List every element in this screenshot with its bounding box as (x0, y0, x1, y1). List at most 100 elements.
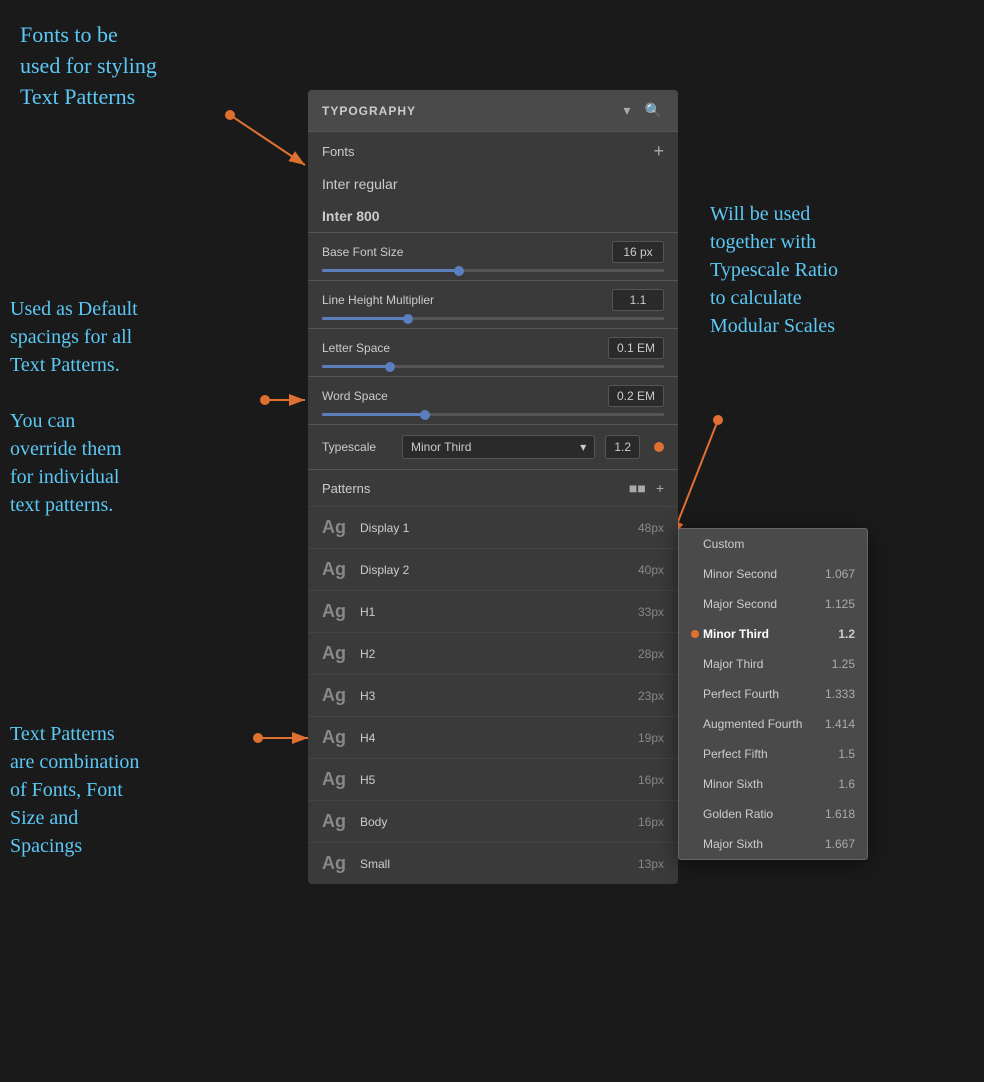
dropdown-item-major-third[interactable]: Major Third1.25 (679, 649, 867, 679)
dropdown-item-name-0: Custom (703, 537, 855, 551)
pattern-item-h3[interactable]: Ag H3 23px (308, 674, 678, 716)
add-pattern-button[interactable]: + (656, 480, 664, 496)
dropdown-item-name-8: Minor Sixth (703, 777, 838, 791)
typescale-label: Typescale (322, 440, 392, 454)
letter-space-slider-track[interactable] (322, 365, 664, 368)
dropdown-item-value-4: 1.25 (832, 657, 855, 671)
typescale-selected-name: Minor Third (411, 440, 576, 454)
pattern-name-8: Small (360, 857, 638, 871)
dropdown-item-value-10: 1.667 (825, 837, 855, 851)
pattern-ag-7: Ag (322, 811, 350, 832)
base-font-slider-thumb[interactable] (454, 266, 464, 276)
dropdown-item-minor-second[interactable]: Minor Second1.067 (679, 559, 867, 589)
dropdown-item-augmented-fourth[interactable]: Augmented Fourth1.414 (679, 709, 867, 739)
pattern-ag-8: Ag (322, 853, 350, 874)
dropdown-item-major-second[interactable]: Major Second1.125 (679, 589, 867, 619)
pattern-size-5: 19px (638, 731, 664, 745)
pattern-size-2: 33px (638, 605, 664, 619)
patterns-section-header: Patterns ■■ + (308, 469, 678, 506)
pattern-name-2: H1 (360, 605, 638, 619)
pattern-item-h2[interactable]: Ag H2 28px (308, 632, 678, 674)
line-height-label: Line Height Multiplier (322, 293, 434, 307)
annotation-top-left: Fonts to be used for styling Text Patter… (20, 20, 157, 112)
font-inter-regular[interactable]: Inter regular (308, 168, 678, 200)
letter-space-section: Letter Space 0.1 EM (308, 328, 678, 376)
fonts-section-title: Fonts (322, 144, 355, 159)
word-space-slider-track[interactable] (322, 413, 664, 416)
dropdown-item-name-9: Golden Ratio (703, 807, 825, 821)
dropdown-item-perfect-fourth[interactable]: Perfect Fourth1.333 (679, 679, 867, 709)
letter-space-value[interactable]: 0.1 EM (608, 337, 664, 359)
base-font-slider-fill (322, 269, 459, 272)
add-font-button[interactable]: + (653, 142, 664, 160)
word-space-slider-thumb[interactable] (420, 410, 430, 420)
dropdown-item-value-2: 1.125 (825, 597, 855, 611)
word-space-value[interactable]: 0.2 EM (608, 385, 664, 407)
line-height-slider-thumb[interactable] (403, 314, 413, 324)
pattern-name-0: Display 1 (360, 521, 638, 535)
dropdown-item-value-5: 1.333 (825, 687, 855, 701)
pattern-name-3: H2 (360, 647, 638, 661)
line-height-value[interactable]: 1.1 (612, 289, 664, 311)
dropdown-item-name-4: Major Third (703, 657, 832, 671)
typescale-select[interactable]: Minor Third ▾ (402, 435, 595, 459)
line-height-section: Line Height Multiplier 1.1 (308, 280, 678, 328)
letter-space-slider-fill (322, 365, 390, 368)
patterns-title: Patterns (322, 481, 370, 496)
base-font-value[interactable]: 16 px (612, 241, 664, 263)
pattern-item-h5[interactable]: Ag H5 16px (308, 758, 678, 800)
pattern-size-6: 16px (638, 773, 664, 787)
dropdown-item-custom[interactable]: Custom (679, 529, 867, 559)
line-height-row: Line Height Multiplier 1.1 (308, 281, 678, 315)
search-icon[interactable]: 🔍 (643, 100, 664, 121)
dropdown-item-value-1: 1.067 (825, 567, 855, 581)
line-height-slider-row (308, 315, 678, 328)
annotation-mid-left: Used as Default spacings for all Text Pa… (10, 295, 138, 519)
dropdown-item-value-9: 1.618 (825, 807, 855, 821)
line-height-slider-track[interactable] (322, 317, 664, 320)
base-font-section: Base Font Size 16 px (308, 232, 678, 280)
dropdown-item-value-3: 1.2 (838, 627, 855, 641)
grid-icon[interactable]: ■■ (629, 480, 646, 496)
word-space-row: Word Space 0.2 EM (308, 377, 678, 411)
pattern-item-body[interactable]: Ag Body 16px (308, 800, 678, 842)
pattern-size-7: 16px (638, 815, 664, 829)
dropdown-item-value-8: 1.6 (838, 777, 855, 791)
pattern-item-display 1[interactable]: Ag Display 1 48px (308, 506, 678, 548)
pattern-size-3: 28px (638, 647, 664, 661)
pattern-ag-2: Ag (322, 601, 350, 622)
font-inter-800[interactable]: Inter 800 (308, 200, 678, 232)
pattern-item-h4[interactable]: Ag H4 19px (308, 716, 678, 758)
word-space-slider-row (308, 411, 678, 424)
base-font-label: Base Font Size (322, 245, 403, 259)
base-font-row: Base Font Size 16 px (308, 233, 678, 267)
dropdown-item-perfect-fifth[interactable]: Perfect Fifth1.5 (679, 739, 867, 769)
dropdown-item-name-7: Perfect Fifth (703, 747, 838, 761)
dropdown-item-major-sixth[interactable]: Major Sixth1.667 (679, 829, 867, 859)
word-space-label: Word Space (322, 389, 388, 403)
chevron-down-icon[interactable]: ▾ (622, 100, 633, 121)
line-height-slider-fill (322, 317, 408, 320)
dropdown-item-minor-sixth[interactable]: Minor Sixth1.6 (679, 769, 867, 799)
annotation-bottom-left: Text Patterns are combination of Fonts, … (10, 720, 139, 860)
pattern-item-small[interactable]: Ag Small 13px (308, 842, 678, 884)
typography-panel: TYPOGRAPHY ▾ 🔍 Fonts + Inter regular Int… (308, 90, 678, 884)
pattern-ag-4: Ag (322, 685, 350, 706)
base-font-slider-track[interactable] (322, 269, 664, 272)
pattern-item-display 2[interactable]: Ag Display 2 40px (308, 548, 678, 590)
typescale-selected-value: 1.2 (605, 435, 640, 459)
fonts-section: Fonts + Inter regular Inter 800 (308, 131, 678, 232)
pattern-item-h1[interactable]: Ag H1 33px (308, 590, 678, 632)
letter-space-slider-thumb[interactable] (385, 362, 395, 372)
dropdown-item-minor-third[interactable]: Minor Third1.2 (679, 619, 867, 649)
typescale-dropdown[interactable]: CustomMinor Second1.067Major Second1.125… (678, 528, 868, 860)
dropdown-item-golden-ratio[interactable]: Golden Ratio1.618 (679, 799, 867, 829)
dropdown-active-dot (691, 630, 699, 638)
base-font-slider-row (308, 267, 678, 280)
dropdown-item-name-6: Augmented Fourth (703, 717, 825, 731)
word-space-slider-fill (322, 413, 425, 416)
dropdown-item-name-1: Minor Second (703, 567, 825, 581)
dropdown-item-name-2: Major Second (703, 597, 825, 611)
typescale-row: Typescale Minor Third ▾ 1.2 (308, 424, 678, 469)
pattern-ag-5: Ag (322, 727, 350, 748)
